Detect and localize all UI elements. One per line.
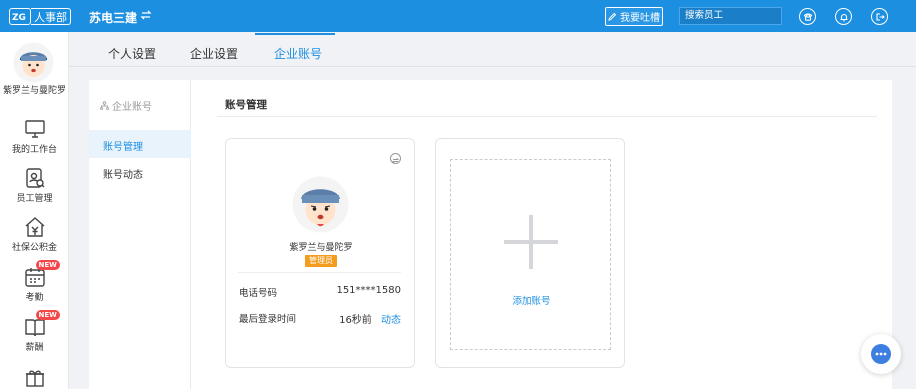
- settings-tabs: 个人设置 企业设置 企业账号: [69, 32, 916, 67]
- account-avatar: [292, 176, 349, 233]
- account-card: 紫罗兰与曼陀罗 管理员 电话号码 151****1580 最后登录时间 16秒前…: [225, 138, 415, 368]
- subnav-title: 企业账号: [100, 98, 152, 113]
- company-name: 苏电三建: [89, 11, 138, 25]
- calendar-icon: NEW: [24, 260, 60, 288]
- feedback-button[interactable]: 我要吐槽: [605, 7, 663, 26]
- monitor-icon: [24, 118, 46, 140]
- sidebar: 紫罗兰与曼陀罗 我的工作台 员工管理 社保公积金 NEW 考勤 NEW 薪酬: [0, 32, 69, 389]
- edit-icon: [608, 12, 617, 21]
- sidebar-item-payroll[interactable]: NEW 薪酬: [0, 310, 69, 353]
- phone-label: 电话号码: [239, 288, 278, 299]
- last-login-label: 最后登录时间: [239, 314, 297, 325]
- plus-icon-vertical: [529, 215, 533, 269]
- tab-enterprise-accounts[interactable]: 企业账号: [274, 45, 322, 62]
- logo-mark-icon: ZG: [9, 8, 31, 25]
- sidebar-item-label: 社保公积金: [11, 243, 57, 253]
- top-bar: ZG 人事部 苏电三建 我要吐槽 搜索员工: [0, 0, 916, 32]
- main-panel: 企业账号 账号管理 账号动态 账号管理 紫罗兰与曼陀罗 管理员 电话号码 151…: [89, 80, 892, 389]
- tab-personal-settings[interactable]: 个人设置: [108, 45, 156, 62]
- employee-search-input[interactable]: 搜索员工: [679, 7, 782, 25]
- section-title: 账号管理: [225, 99, 267, 111]
- card-divider: [238, 272, 401, 273]
- notification-bell-icon[interactable]: [835, 8, 852, 25]
- house-yen-icon: [24, 216, 46, 238]
- gift-icon: [24, 366, 46, 388]
- phone-value: 151****1580: [336, 285, 401, 296]
- new-badge: NEW: [35, 260, 60, 270]
- subnav-title-text: 企业账号: [112, 102, 152, 113]
- activity-link[interactable]: 动态: [381, 315, 401, 326]
- book-icon: NEW: [24, 310, 60, 338]
- sidebar-item-employees[interactable]: 员工管理: [0, 167, 69, 204]
- subnav-item-account-management[interactable]: 账号管理: [103, 138, 143, 153]
- org-icon: [100, 101, 109, 110]
- sidebar-item-attendance[interactable]: NEW 考勤: [0, 260, 69, 303]
- chat-button[interactable]: [861, 334, 901, 374]
- chat-bubble-icon: [871, 344, 891, 364]
- last-login-value: 16秒前: [339, 315, 372, 326]
- employee-icon: [24, 167, 46, 189]
- sub-navigation: 企业账号 账号管理 账号动态: [89, 80, 191, 389]
- sidebar-item-label: 考勤: [25, 293, 44, 303]
- switch-icon[interactable]: [390, 153, 401, 164]
- account-name: 紫罗兰与曼陀罗: [289, 243, 353, 253]
- add-account-card[interactable]: 添加账号: [435, 138, 625, 368]
- logout-icon[interactable]: [871, 8, 888, 25]
- switch-company-icon[interactable]: [140, 9, 152, 21]
- subnav-item-account-activity[interactable]: 账号动态: [103, 166, 143, 181]
- new-badge: NEW: [35, 310, 60, 320]
- sidebar-item-gift[interactable]: [0, 366, 69, 388]
- sidebar-item-social-security[interactable]: 社保公积金: [0, 216, 69, 253]
- sidebar-item-workbench[interactable]: 我的工作台: [0, 118, 69, 155]
- tab-enterprise-settings[interactable]: 企业设置: [190, 45, 238, 62]
- admin-badge: 管理员: [305, 255, 337, 267]
- app-logo[interactable]: ZG 人事部: [9, 8, 71, 25]
- feedback-label: 我要吐槽: [620, 13, 660, 24]
- sidebar-item-label: 员工管理: [16, 194, 53, 204]
- sidebar-item-label: 我的工作台: [11, 145, 57, 155]
- sidebar-item-label: 薪酬: [25, 343, 44, 353]
- active-tab-indicator: [255, 33, 335, 35]
- last-login-row: 16秒前 动态: [339, 311, 401, 326]
- add-account-label[interactable]: 添加账号: [451, 293, 612, 307]
- section-divider: [217, 116, 877, 117]
- add-account-dropzone[interactable]: 添加账号: [450, 159, 611, 350]
- user-avatar[interactable]: [13, 42, 54, 83]
- phone-icon[interactable]: [799, 8, 816, 25]
- user-name: 紫罗兰与曼陀罗: [2, 86, 66, 96]
- svg-text:ZG: ZG: [12, 13, 26, 22]
- logo-text: 人事部: [31, 8, 71, 25]
